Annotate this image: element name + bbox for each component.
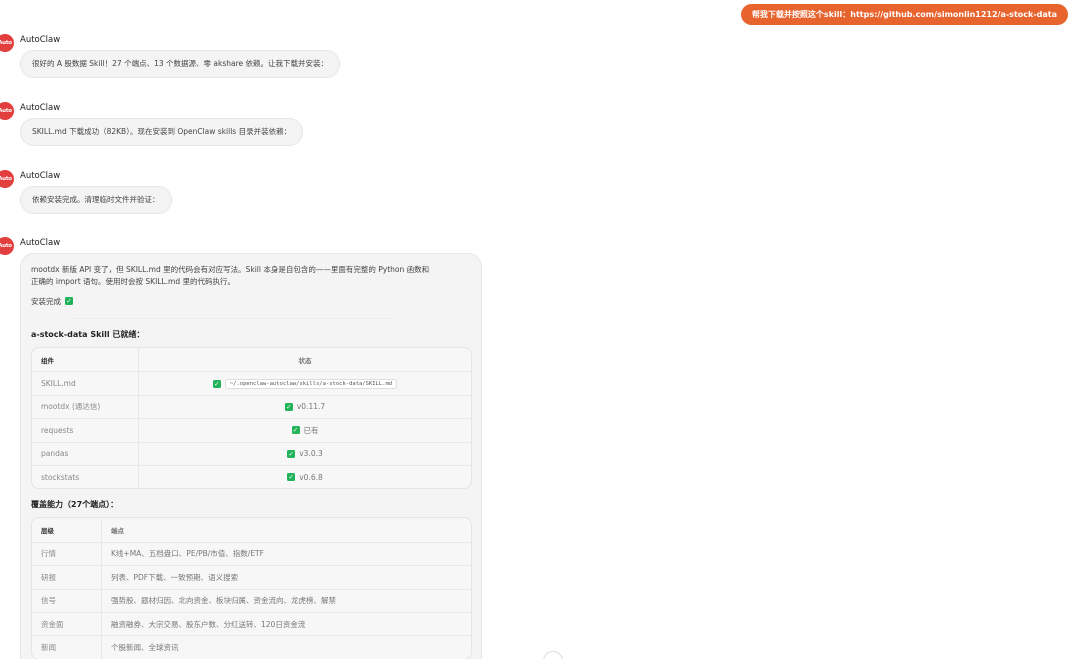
assistant-avatar: Auto [0,34,14,52]
table-row: 行情 K线+MA、五档盘口、PE/PB/市值、指数/ETF [32,541,471,566]
assistant-avatar: Auto [0,170,14,188]
message-paragraph: mootdx 新版 API 变了，但 SKILL.md 里的代码会有对应写法。S… [31,265,430,274]
assistant-avatar: Auto [0,237,14,255]
component-status: ✓ ~/.openclaw-autoclaw/skills/a-stock-da… [139,372,471,394]
check-icon: ✓ [291,426,300,435]
status-text: v0.11.7 [296,402,326,412]
sender-name: AutoClaw [20,35,61,45]
install-complete-text: 安装完成 [31,296,61,306]
coverage-layer: 新闻 [32,636,102,659]
coverage-endpoints: 融资融券、大宗交易、股东户数、分红送转、120日资金流 [111,619,306,629]
message-bubble: SKILL.md 下载成功（82KB）。现在安装到 OpenClaw skill… [20,118,304,146]
component-status: ✓ v3.0.3 [139,443,471,465]
components-table: 组件 状态 SKILL.md ✓ ~/.openclaw-autoclaw/sk… [31,347,472,490]
check-icon: ✓ [287,449,296,458]
table-header-cell: 端点 [111,527,124,536]
sender-name: AutoClaw [20,171,61,181]
status-path: ~/.openclaw-autoclaw/skills/a-stock-data… [224,378,398,389]
coverage-layer: 资金面 [32,612,102,636]
table-header-row: 组件 状态 [32,348,471,372]
component-status: ✓ 已有 [139,419,471,441]
coverage-endpoints: 列表、PDF下载、一致预期、语义搜索 [111,572,239,582]
message-bubble: 很好的 A 股数据 Skill！27 个端点、13 个数据源、零 akshare… [20,50,340,78]
table-row: 信号 强势股、题材归因、北向资金、板块归属、资金流向、龙虎榜、解禁 [32,588,471,612]
status-text: v3.0.3 [299,449,323,459]
component-status: ✓ v0.6.8 [139,466,471,488]
coverage-layer: 行情 [32,542,102,566]
table-row: requests ✓ 已有 [32,418,471,442]
table-row: 研报 列表、PDF下载、一致预期、语义搜索 [32,565,471,589]
component-status: ✓ v0.11.7 [139,396,471,418]
table-header-cell: 状态 [298,356,312,365]
check-icon: ✓ [65,297,73,305]
coverage-table: 层级 端点 行情 K线+MA、五档盘口、PE/PB/市值、指数/ETF 研报 列… [31,517,472,659]
install-complete-line: 安装完成 ✓ [31,295,471,307]
component-name: stockstats [32,465,139,489]
assistant-avatar: Auto [0,102,14,120]
message-card: mootdx 新版 API 变了，但 SKILL.md 里的代码会有对应写法。S… [20,253,482,659]
table-row: 资金面 融资融券、大宗交易、股东户数、分红送转、120日资金流 [32,611,471,636]
table-header-row: 层级 端点 [32,518,471,542]
table-header-cell: 组件 [32,348,139,372]
message-paragraph: 正确的 import 语句。使用时会按 SKILL.md 里的代码执行。 [31,277,235,286]
table-row: pandas ✓ v3.0.3 [32,441,471,465]
table-row: mootdx (通达信) ✓ v0.11.7 [32,394,471,419]
coverage-layer: 信号 [32,589,102,612]
coverage-endpoints: K线+MA、五档盘口、PE/PB/市值、指数/ETF [111,549,264,559]
sender-name: AutoClaw [20,103,61,113]
coverage-title: 覆盖能力（27个端点）： [31,500,119,510]
assistant-message: Auto AutoClaw 依赖安装完成。清理临时文件并验证： [0,170,172,214]
component-name: mootdx (通达信) [32,395,139,419]
table-header-cell: 层级 [32,518,102,542]
component-name: requests [32,419,139,442]
coverage-endpoints: 个股新闻、全球资讯 [111,642,179,652]
table-row: SKILL.md ✓ ~/.openclaw-autoclaw/skills/a… [32,371,471,395]
scroll-to-bottom-button[interactable] [543,651,563,659]
assistant-message: Auto AutoClaw SKILL.md 下载成功（82KB）。现在安装到 … [0,102,304,146]
sender-name: AutoClaw [20,238,61,248]
check-icon: ✓ [212,379,221,388]
assistant-message: Auto AutoClaw 很好的 A 股数据 Skill！27 个端点、13 … [0,34,340,78]
status-text: v0.6.8 [299,472,323,482]
message-bubble: 依赖安装完成。清理临时文件并验证： [20,186,172,214]
status-text: 已有 [303,425,319,435]
table-row: 新闻 个股新闻、全球资讯 [32,635,471,659]
table-row: stockstats ✓ v0.6.8 [32,464,471,489]
check-icon: ✓ [284,402,293,411]
ready-title: a-stock-data Skill 已就绪： [31,330,145,339]
divider [71,318,391,319]
check-icon: ✓ [287,473,296,482]
coverage-endpoints: 强势股、题材归因、北向资金、板块归属、资金流向、龙虎榜、解禁 [111,596,336,606]
component-name: pandas [32,442,139,465]
user-message-bubble: 帮我下载并按照这个skill：https://github.com/simonl… [740,4,1068,25]
component-name: SKILL.md [32,372,139,395]
coverage-layer: 研报 [32,566,102,589]
assistant-message: Auto AutoClaw mootdx 新版 API 变了，但 SKILL.m… [0,237,482,659]
